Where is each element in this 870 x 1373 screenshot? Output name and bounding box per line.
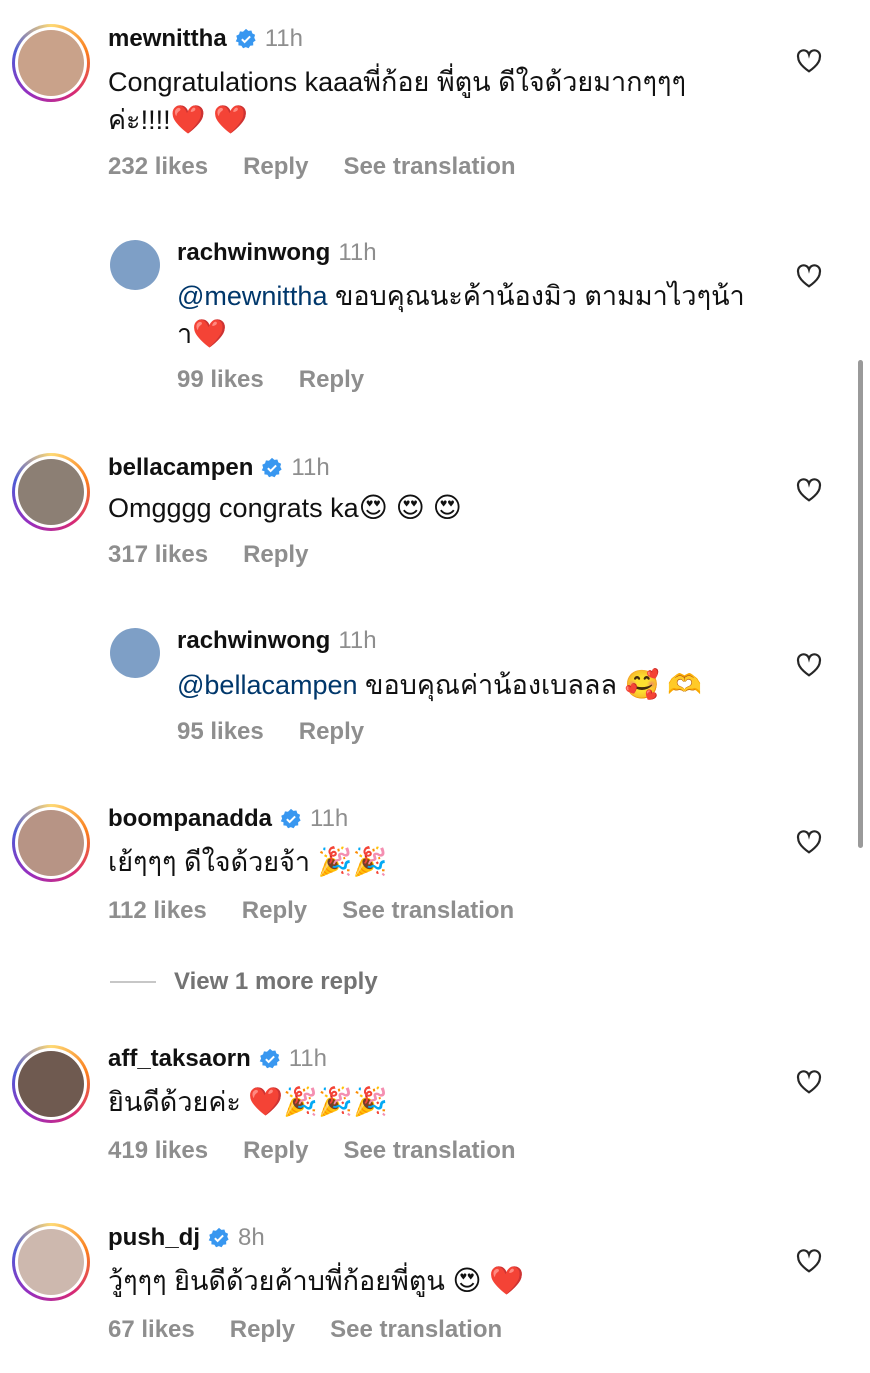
- emoji: ❤️🎉🎉🎉: [248, 1086, 388, 1117]
- view-more-replies[interactable]: View 1 more reply: [110, 968, 378, 996]
- comment-text: วู้ๆๆๆ ยินดีด้วยค้าบพี่ก้อยพี่ตูน 😍 ❤️: [108, 1265, 525, 1296]
- emoji: ❤️: [192, 318, 228, 349]
- reply-button[interactable]: Reply: [243, 152, 308, 182]
- comment-text: Congratulations kaaaพี่ก้อย พี่ตูน ดีใจด…: [108, 67, 687, 135]
- divider: [110, 981, 156, 983]
- reply-button[interactable]: Reply: [230, 1315, 295, 1345]
- reply-button[interactable]: Reply: [243, 1136, 308, 1166]
- heart-icon[interactable]: [796, 1249, 822, 1273]
- see-translation-button[interactable]: See translation: [343, 1136, 515, 1166]
- heart-icon[interactable]: [796, 653, 822, 677]
- comment-text: @bellacampen ขอบคุณค่าน้องเบลลล 🥰 🫶: [177, 669, 703, 700]
- emoji: 🥰 🫶: [624, 669, 703, 700]
- comment-text: ยินดีด้วยค่ะ ❤️🎉🎉🎉: [108, 1086, 388, 1117]
- avatar-photo: [110, 628, 160, 678]
- comment-text: @mewnittha ขอบคุณนะค้าน้องมิว ตามมาไวๆน้…: [177, 281, 745, 349]
- comments-screen: mewnittha 11h Congratulations kaaaพี่ก้อ…: [0, 0, 870, 1373]
- avatar-photo: [18, 1229, 84, 1295]
- heart-icon[interactable]: [796, 264, 822, 288]
- timestamp: 11h: [291, 454, 330, 481]
- comment-text: Omgggg congrats ka😍 😍 😍: [108, 492, 462, 523]
- avatar[interactable]: [12, 1045, 90, 1123]
- username[interactable]: boompanadda: [108, 804, 272, 834]
- verified-badge-icon: [280, 808, 301, 829]
- see-translation-button[interactable]: See translation: [342, 896, 514, 926]
- likes-count[interactable]: 232 likes: [108, 152, 208, 182]
- timestamp: 8h: [238, 1224, 265, 1251]
- timestamp: 11h: [310, 805, 349, 832]
- see-translation-button[interactable]: See translation: [330, 1315, 502, 1345]
- avatar[interactable]: [12, 1223, 90, 1301]
- emoji: ❤️ ❤️: [170, 104, 249, 135]
- timestamp: 11h: [338, 627, 377, 654]
- mention-link[interactable]: @mewnittha: [177, 281, 327, 311]
- timestamp: 11h: [288, 1045, 327, 1072]
- username[interactable]: aff_taksaorn: [108, 1044, 251, 1074]
- avatar-photo: [18, 810, 84, 876]
- heart-icon[interactable]: [796, 1070, 822, 1094]
- verified-badge-icon: [259, 1048, 280, 1069]
- avatar[interactable]: [12, 24, 90, 102]
- emoji: 🎉🎉: [317, 846, 388, 877]
- likes-count[interactable]: 95 likes: [177, 717, 264, 747]
- timestamp: 11h: [338, 239, 377, 266]
- avatar-photo: [110, 240, 160, 290]
- username[interactable]: bellacampen: [108, 453, 253, 483]
- avatar-photo: [18, 1051, 84, 1117]
- username[interactable]: rachwinwong: [177, 626, 330, 656]
- verified-badge-icon: [235, 28, 256, 49]
- avatar[interactable]: [12, 453, 90, 531]
- reply-button[interactable]: Reply: [299, 717, 364, 747]
- heart-icon[interactable]: [796, 49, 822, 73]
- view-more-label[interactable]: View 1 more reply: [174, 968, 378, 996]
- heart-icon[interactable]: [796, 478, 822, 502]
- username[interactable]: rachwinwong: [177, 238, 330, 268]
- avatar-photo: [18, 459, 84, 525]
- reply-button[interactable]: Reply: [243, 540, 308, 570]
- likes-count[interactable]: 112 likes: [108, 896, 207, 926]
- likes-count[interactable]: 67 likes: [108, 1315, 195, 1345]
- reply-button[interactable]: Reply: [242, 896, 307, 926]
- reply-button[interactable]: Reply: [299, 365, 364, 395]
- likes-count[interactable]: 317 likes: [108, 540, 208, 570]
- timestamp: 11h: [264, 25, 303, 52]
- likes-count[interactable]: 99 likes: [177, 365, 264, 395]
- verified-badge-icon: [262, 457, 283, 478]
- avatar[interactable]: [110, 628, 160, 678]
- username[interactable]: mewnittha: [108, 24, 227, 54]
- likes-count[interactable]: 419 likes: [108, 1136, 208, 1166]
- scrollbar[interactable]: [858, 360, 863, 848]
- username[interactable]: push_dj: [108, 1223, 200, 1253]
- mention-link[interactable]: @bellacampen: [177, 670, 358, 700]
- emoji: 😍 😍 😍: [358, 492, 462, 523]
- avatar-photo: [18, 30, 84, 96]
- verified-badge-icon: [208, 1227, 229, 1248]
- heart-icon[interactable]: [796, 830, 822, 854]
- see-translation-button[interactable]: See translation: [343, 152, 515, 182]
- avatar[interactable]: [110, 240, 160, 290]
- emoji: 😍 ❤️: [452, 1265, 525, 1296]
- avatar[interactable]: [12, 804, 90, 882]
- comment-text: เย้ๆๆๆ ดีใจด้วยจ้า 🎉🎉: [108, 846, 388, 877]
